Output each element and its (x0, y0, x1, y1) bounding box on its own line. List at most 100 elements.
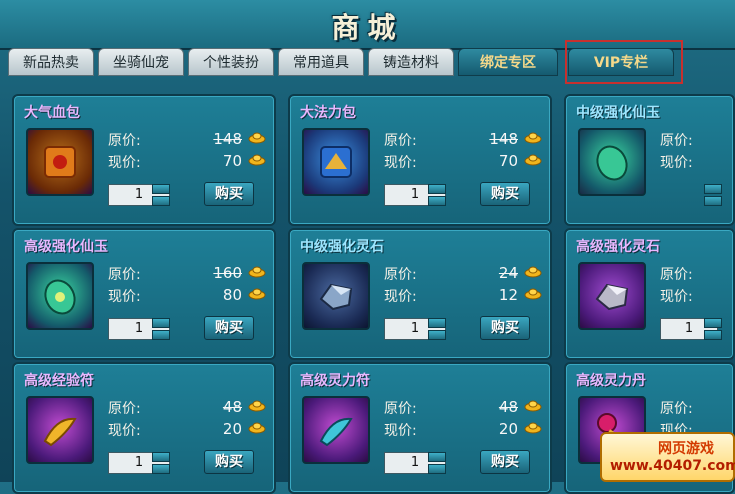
current-price-row: 现价: (660, 286, 693, 306)
item-name: 高级强化灵石 (576, 239, 660, 255)
item-name: 中级强化灵石 (300, 239, 384, 255)
original-price-label: 原价: (660, 133, 693, 149)
current-price: 70 (222, 152, 242, 170)
increase-button[interactable] (428, 318, 446, 328)
jade-icon (578, 128, 646, 196)
spirit-stone-icon (578, 262, 646, 330)
increase-button[interactable] (152, 452, 170, 462)
current-price-row: 现价: 12 (384, 286, 542, 306)
increase-button[interactable] (152, 184, 170, 194)
item-name: 高级灵力符 (300, 373, 370, 389)
original-price-row: 原价: (660, 398, 693, 418)
buy-button[interactable]: 购买 (204, 450, 254, 474)
current-price: 20 (222, 420, 242, 438)
current-price-row: 现价: 70 (384, 152, 542, 172)
original-price: 48 (498, 398, 518, 416)
quantity-stepper (152, 318, 170, 340)
quantity-stepper (428, 318, 446, 340)
current-price: 20 (498, 420, 518, 438)
increase-button[interactable] (428, 184, 446, 194)
gold-ingot-icon (248, 154, 266, 166)
current-price-label: 现价: (108, 289, 141, 305)
quantity-stepper (428, 452, 446, 474)
quantity-stepper (704, 318, 722, 340)
gold-ingot-icon (524, 132, 542, 144)
increase-button[interactable] (428, 452, 446, 462)
current-price-row: 现价: 80 (108, 286, 266, 306)
original-price-row: 原价: 48 (108, 398, 266, 418)
decrease-button[interactable] (152, 464, 170, 474)
item-name: 大气血包 (24, 105, 80, 121)
current-price: 12 (498, 286, 518, 304)
original-price: 48 (222, 398, 242, 416)
original-price-label: 原价: (108, 267, 141, 283)
item-card: 大法力包 原价: 148 现价: 70 1 购买 (288, 94, 552, 226)
original-price-row: 原价: (660, 264, 693, 284)
original-price-label: 原价: (108, 133, 141, 149)
decrease-button[interactable] (704, 196, 722, 206)
current-price-label: 现价: (660, 155, 693, 171)
buy-button[interactable]: 购买 (480, 450, 530, 474)
quantity-stepper (152, 184, 170, 206)
exp-talisman-icon (26, 396, 94, 464)
original-price-label: 原价: (660, 401, 693, 417)
current-price-label: 现价: (660, 289, 693, 305)
buy-button[interactable]: 购买 (480, 316, 530, 340)
power-talisman-icon (302, 396, 370, 464)
item-name: 大法力包 (300, 105, 356, 121)
decrease-button[interactable] (428, 330, 446, 340)
tab-dress-up[interactable]: 个性装扮 (188, 48, 274, 76)
gold-ingot-icon (248, 132, 266, 144)
item-card: 高级强化仙玉 原价: 160 现价: 80 1 购买 (12, 228, 276, 360)
gold-ingot-icon (524, 154, 542, 166)
decrease-button[interactable] (152, 330, 170, 340)
watermark-url: www.40407.com (610, 458, 735, 474)
item-card: 高级强化灵石 原价: 现价: 1 (564, 228, 735, 360)
vip-tab-highlight (565, 40, 683, 84)
increase-button[interactable] (704, 184, 722, 194)
decrease-button[interactable] (152, 196, 170, 206)
original-price-label: 原价: (660, 267, 693, 283)
decrease-button[interactable] (704, 330, 722, 340)
buy-button[interactable]: 购买 (204, 316, 254, 340)
decrease-button[interactable] (428, 196, 446, 206)
quantity-stepper (704, 184, 722, 206)
gold-ingot-icon (524, 266, 542, 278)
current-price: 70 (498, 152, 518, 170)
original-price: 24 (498, 264, 518, 282)
spirit-stone-icon (302, 262, 370, 330)
quantity-stepper (428, 184, 446, 206)
original-price-row: 原价: 148 (108, 130, 266, 150)
current-price-label: 现价: (108, 155, 141, 171)
jade-icon (26, 262, 94, 330)
buy-button[interactable]: 购买 (480, 182, 530, 206)
original-price-label: 原价: (384, 267, 417, 283)
gold-ingot-icon (248, 266, 266, 278)
tab-common-items[interactable]: 常用道具 (278, 48, 364, 76)
original-price-label: 原价: (108, 401, 141, 417)
item-name: 高级灵力丹 (576, 373, 646, 389)
original-price-row: 原价: 160 (108, 264, 266, 284)
buy-button[interactable]: 购买 (204, 182, 254, 206)
mana-pack-icon (302, 128, 370, 196)
decrease-button[interactable] (428, 464, 446, 474)
tab-new-hot[interactable]: 新品热卖 (8, 48, 94, 76)
current-price-label: 现价: (384, 289, 417, 305)
increase-button[interactable] (704, 318, 722, 328)
item-name: 中级强化仙玉 (576, 105, 660, 121)
item-card: 中级强化灵石 原价: 24 现价: 12 1 购买 (288, 228, 552, 360)
item-card: 大气血包 原价: 148 现价: 70 1 购买 (12, 94, 276, 226)
item-name: 高级经验符 (24, 373, 94, 389)
original-price: 160 (213, 264, 242, 282)
tab-mounts-pets[interactable]: 坐骑仙宠 (98, 48, 184, 76)
gold-ingot-icon (248, 288, 266, 300)
gold-ingot-icon (524, 400, 542, 412)
watermark-title: 网页游戏 (658, 441, 714, 457)
increase-button[interactable] (152, 318, 170, 328)
health-pack-icon (26, 128, 94, 196)
current-price-label: 现价: (384, 423, 417, 439)
tab-forging-materials[interactable]: 铸造材料 (368, 48, 454, 76)
tab-bound-zone[interactable]: 绑定专区 (458, 48, 558, 76)
current-price-label: 现价: (108, 423, 141, 439)
item-card: 中级强化仙玉 原价: 现价: (564, 94, 735, 226)
